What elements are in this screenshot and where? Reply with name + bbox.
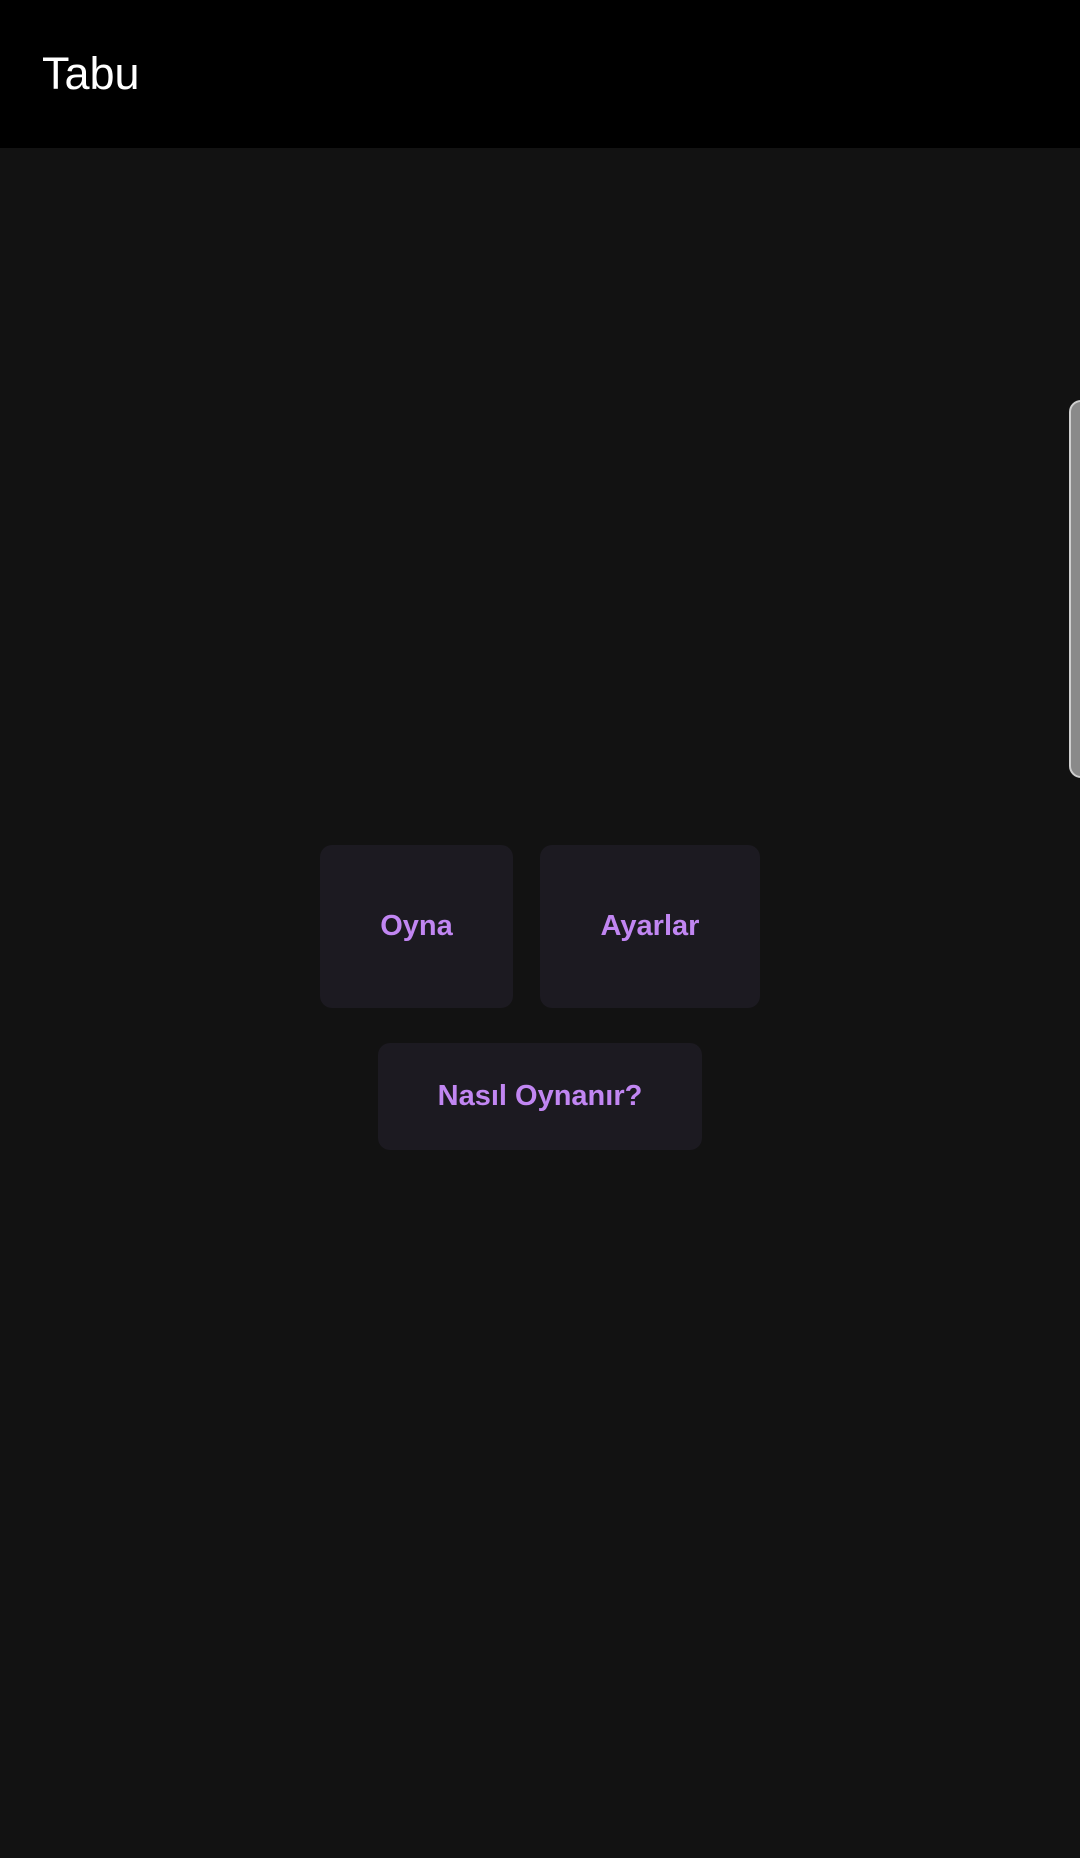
main-content — [0, 148, 1080, 1858]
edge-panel-handle[interactable] — [1069, 400, 1080, 778]
app-bar: Tabu — [0, 0, 1080, 148]
how-to-play-button[interactable]: Nasıl Oynanır? — [378, 1043, 702, 1150]
app-title: Tabu — [42, 48, 140, 99]
settings-button[interactable]: Ayarlar — [540, 845, 760, 1008]
play-button[interactable]: Oyna — [320, 845, 513, 1008]
